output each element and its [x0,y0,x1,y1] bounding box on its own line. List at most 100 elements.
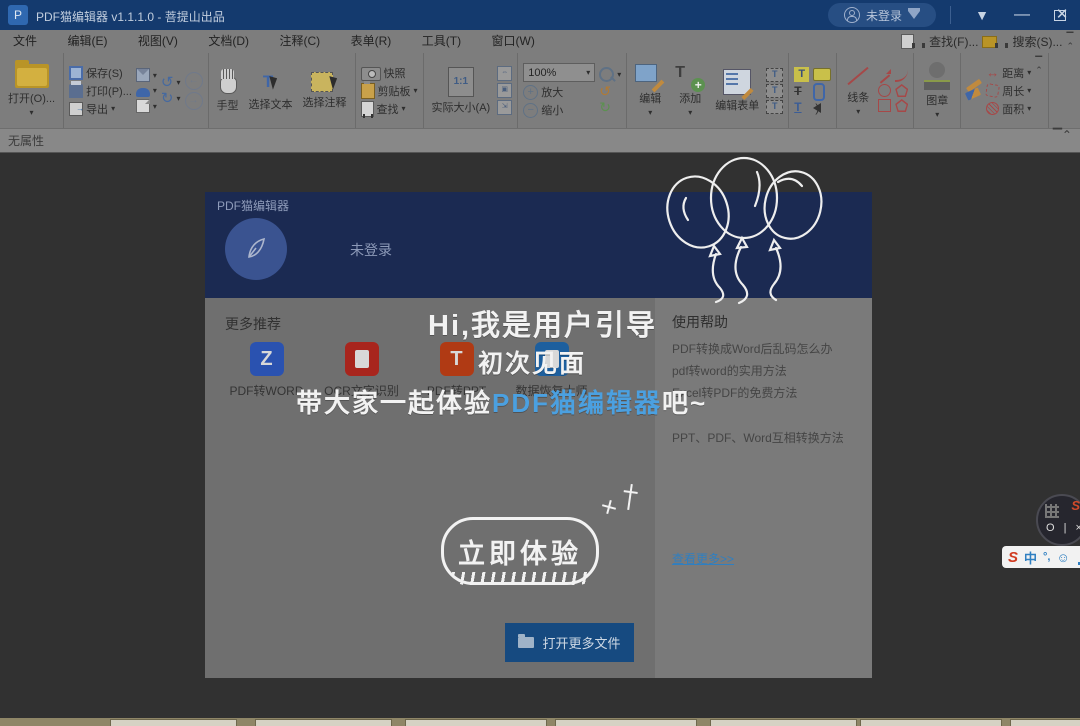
taskbar-button[interactable] [860,719,1002,726]
rotate-left-button[interactable]: ↺ [599,84,621,98]
menu-edit[interactable]: 编辑(E) [54,30,120,53]
zoom-level-select[interactable]: 100%▾ [523,63,595,82]
ime-punctuation-toggle[interactable]: °, [1043,551,1050,563]
clipboard-button[interactable]: 剪贴板▾ [361,83,418,99]
menu-annotate[interactable]: 注释(C) [267,30,334,53]
stamp-tool-button[interactable]: ▾ [136,84,157,97]
help-link[interactable]: PPT、PDF、Word互相转换方法 [672,427,862,449]
open-button[interactable]: 打开(O)... ▾ [5,64,58,117]
select-text-button[interactable]: T 选择文本 [246,70,296,112]
arrow-shape-icon[interactable] [878,69,891,82]
save-button[interactable]: 保存(S) [69,65,132,81]
collapse-propbar-icon[interactable]: ▔⌃ [1053,129,1072,141]
collapse-menubar-icon[interactable]: ▔⌃ [1066,33,1074,51]
undo-button[interactable]: ↺▾ [161,76,181,90]
text-field-tool-icon-2[interactable]: T [766,84,783,98]
oval-shape-icon[interactable] [878,84,891,97]
distance-button[interactable]: ↔距离▾ [986,65,1031,81]
zoom-in-button[interactable]: +放大 [523,84,595,100]
menu-file[interactable]: 文件 [0,30,50,53]
menu-window[interactable]: 窗口(W) [479,30,548,53]
ime-emoji-icon[interactable]: ☺ [1057,550,1070,565]
ime-toolbar[interactable]: S 中 °, ☺ ⌨ [1002,546,1080,568]
edit-form-icon [723,69,751,95]
text-field-tool-icon-3[interactable]: T [766,100,783,114]
stamp-button[interactable]: 图章▾ [919,62,955,119]
dialog-title: PDF猫编辑器 [217,197,289,214]
open-more-files-button[interactable]: 打开更多文件 [505,623,634,662]
magnifier-button[interactable]: ▾ [599,67,621,82]
sound-comment-icon[interactable] [813,103,821,113]
close-button[interactable]: ✕ [1044,0,1080,30]
open-dropdown-icon[interactable]: ▾ [30,108,34,117]
rectangle-shape-icon[interactable] [878,99,891,112]
menu-form[interactable]: 表单(R) [338,30,405,53]
fit-visible-icon[interactable]: ⇲ [497,100,512,115]
distance-icon: ↔ [986,65,999,80]
sogou-logo-icon[interactable]: S [1008,549,1018,566]
title-bar: P PDF猫编辑器 v1.1.1.0 - 菩提山出品 未登录 ▼ — ✕ [0,0,1080,30]
text-field-tool-icon[interactable]: T [766,68,783,82]
area-button[interactable]: 面积▾ [986,101,1031,117]
fit-page-icon[interactable]: ▣ [497,83,512,98]
taskbar-button[interactable] [405,719,547,726]
find-button[interactable]: 查找(F)... [929,33,978,50]
line-tool-button[interactable]: 线条▾ [842,65,874,116]
help-link[interactable]: PDF转换成Word后乱码怎么办 [672,338,862,360]
dialog-login-label[interactable]: 未登录 [350,240,392,260]
snapshot-button[interactable]: 快照 [361,65,418,81]
back-button[interactable]: ← [185,72,203,90]
avatar[interactable] [225,218,287,280]
pentagon-shape-icon[interactable] [895,84,908,97]
collapse-toolbar-icon[interactable]: ▔⌃ [1035,57,1043,75]
strikethrough-icon[interactable]: T [794,84,809,98]
edit-form-button[interactable]: 编辑表单 [712,69,762,113]
underline-icon[interactable]: T [794,100,809,114]
polygon-shape-icon[interactable] [895,99,908,112]
app-logo-icon: P [8,5,28,25]
add-button[interactable]: T 添加▾ [672,64,708,117]
edit-button[interactable]: 编辑▾ [632,64,668,117]
hand-tool-button[interactable]: 手型 [214,69,242,113]
attachment-icon[interactable] [813,83,825,101]
menu-tools[interactable]: 工具(T) [409,30,474,53]
taskbar-button[interactable] [1010,719,1080,726]
help-link[interactable]: pdf转word的实用方法 [672,360,862,382]
email-icon [136,68,150,82]
taskbar-button[interactable] [255,719,392,726]
actual-size-button[interactable]: 1:1 实际大小(A) [429,67,494,115]
email-button[interactable]: ▾ [136,68,157,82]
rotate-right-button[interactable]: ↻ [599,100,621,114]
taskbar-button[interactable] [555,719,697,726]
taskbar-button[interactable] [110,719,237,726]
polyline-shape-icon[interactable] [895,69,908,82]
menu-document[interactable]: 文档(D) [195,30,262,53]
capture-widget[interactable]: S O | × [1036,494,1080,546]
ime-language-toggle[interactable]: 中 [1024,548,1037,567]
stamp-blue-icon [136,88,150,97]
perimeter-button[interactable]: 周长▾ [986,83,1031,99]
forward-button[interactable]: → [185,92,203,110]
new-doc-button[interactable]: ▾ [136,99,157,113]
highlight-text-icon[interactable]: T [794,67,809,82]
redo-button[interactable]: ↻▾ [161,92,181,106]
help-more-link[interactable]: 查看更多>> [672,550,734,567]
fit-width-icon[interactable]: ⇔ [497,66,512,81]
titlebar-dropdown-icon[interactable]: ▼ [962,0,1002,30]
property-bar-label: 无属性 [8,134,44,148]
titlebar-login-button[interactable]: 未登录 [828,3,936,27]
zoom-out-button[interactable]: −缩小 [523,102,595,118]
select-comment-button[interactable]: 选择注释 [300,72,350,110]
export-button[interactable]: 导出▾ [69,101,132,117]
menu-view[interactable]: 视图(V) [125,30,191,53]
taskbar-button[interactable] [710,719,857,726]
find-tool-button[interactable]: 查找▾ [361,101,418,117]
note-comment-icon[interactable] [813,68,831,81]
search-button[interactable]: 搜索(S)... [1012,33,1062,50]
hand-icon [217,69,239,95]
toolbar-group-stamp: 图章▾ [914,53,961,128]
print-button[interactable]: 打印(P)... [69,83,132,99]
taskbar-sliver [0,718,1080,726]
minimize-button[interactable]: — [1002,0,1042,30]
capture-controls[interactable]: O | × [1046,522,1080,534]
